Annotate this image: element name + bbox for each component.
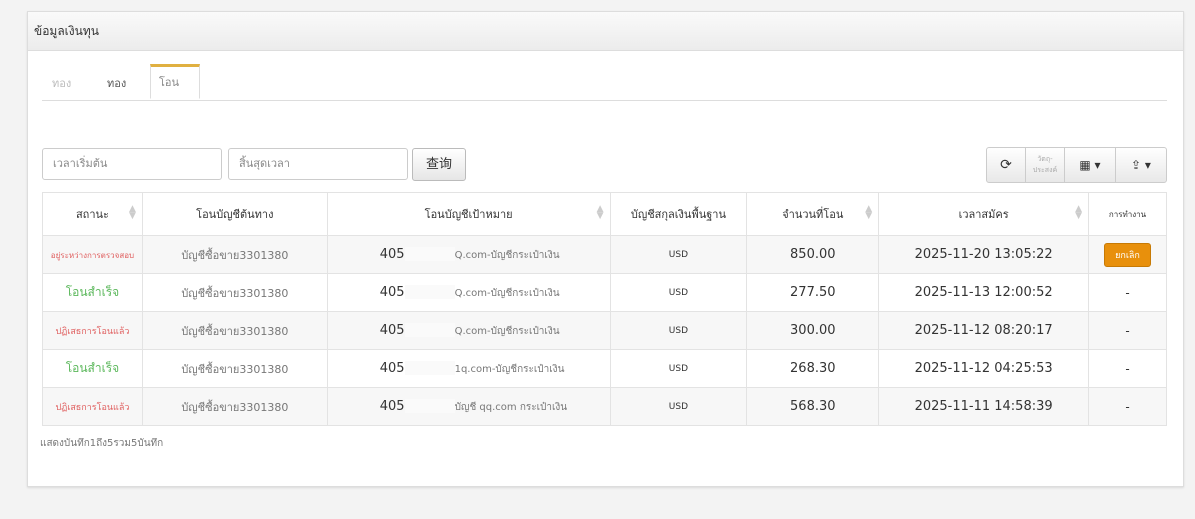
currency: USD: [609, 273, 748, 312]
status-cell: โอนสำเร็จ: [42, 349, 143, 388]
redacted-block: [404, 285, 455, 299]
column-header-label: เวลาสมัคร: [958, 208, 1009, 221]
redacted-block: [404, 247, 455, 261]
target-suffix: Q.com-บัญชีกระเป๋าเงิน: [454, 249, 560, 261]
status-cell: ปฏิเสธการโอนแล้ว: [42, 311, 143, 350]
target-prefix: 405: [379, 284, 405, 300]
currency: USD: [609, 387, 748, 426]
panel-title: ข้อมูลเงินทุน: [28, 12, 1183, 51]
status-badge: อยู่ระหว่างการตรวจสอบ: [50, 251, 135, 260]
sort-icon[interactable]: ▲ ▼: [1075, 205, 1082, 221]
column-header-label: โอนบัญชีต้นทาง: [196, 208, 274, 221]
status-cell: ปฏิเสธการโอนแล้ว: [42, 387, 143, 426]
sort-icon[interactable]: ▲ ▼: [597, 205, 604, 221]
export-icon[interactable]: ⇪ ▾: [1116, 148, 1166, 182]
transfer-table: สถานะ ▲ ▼ โอนบัญชีต้นทาง โอนบัญชีเป้าหมาย ▲ ▼ บ…: [42, 192, 1167, 426]
target-suffix: Q.com-บัญชีกระเป๋าเงิน: [454, 325, 560, 337]
table-row: ปฏิเสธการโอนแล้ว บัญชีซื้อขาย3301380 405…: [42, 387, 1167, 426]
table-row: โอนสำเร็จ บัญชีซื้อขาย3301380 405 Q.com-บ…: [42, 273, 1167, 312]
redacted-block: [404, 399, 455, 413]
amount: 850.00: [746, 235, 880, 274]
table-row: อยู่ระหว่างการตรวจสอบ บัญชีซื้อขาย330138…: [42, 235, 1167, 274]
start-time-input[interactable]: เวลาเริ่มต้น: [42, 148, 222, 180]
amount: 568.30: [746, 387, 880, 426]
tab-gold-1[interactable]: ทอง: [52, 74, 71, 92]
table-row: ปฏิเสธการโอนแล้ว บัญชีซื้อขาย3301380 405…: [42, 311, 1167, 350]
source-account: บัญชีซื้อขาย3301380: [141, 349, 328, 388]
no-action: -: [1125, 323, 1130, 338]
currency: USD: [609, 349, 748, 388]
status-badge: ปฏิเสธการโอนแล้ว: [55, 403, 130, 413]
no-action: -: [1125, 361, 1130, 376]
target-suffix: บัญชี qq.com กระเป๋าเงิน: [454, 401, 568, 413]
target-prefix: 405: [379, 360, 405, 376]
source-account: บัญชีซื้อขาย3301380: [141, 311, 328, 350]
column-header[interactable]: สถานะ ▲ ▼: [42, 192, 143, 236]
table-row: โอนสำเร็จ บัญชีซื้อขาย3301380 405 1q.com-…: [42, 349, 1167, 388]
apply-time: 2025-11-12 04:25:53: [878, 349, 1089, 388]
columns-icon[interactable]: ▦ ▾: [1065, 148, 1116, 182]
column-header[interactable]: โอนบัญชีต้นทาง: [141, 192, 328, 236]
query-button[interactable]: 查询: [412, 148, 466, 181]
target-account-cell: 405 Q.com-บัญชีกระเป๋าเงิน: [326, 235, 611, 274]
column-header[interactable]: บัญชีสกุลเงินพื้นฐาน: [609, 192, 748, 236]
tab-transfer[interactable]: โอน: [150, 64, 200, 99]
tab-gold-2[interactable]: ทอง: [107, 74, 126, 92]
currency: USD: [609, 235, 748, 274]
target-prefix: 405: [379, 322, 405, 338]
status-badge: ปฏิเสธการโอนแล้ว: [55, 327, 130, 337]
column-header[interactable]: โอนบัญชีเป้าหมาย ▲ ▼: [326, 192, 611, 236]
end-time-input[interactable]: สิ้นสุดเวลา: [228, 148, 408, 180]
target-account-cell: 405 1q.com-บัญชีกระเป๋าเงิน: [326, 349, 611, 388]
action-cell: -: [1088, 349, 1167, 388]
redacted-block: [404, 323, 455, 337]
action-cell: ยกเลิก: [1088, 235, 1167, 274]
purpose-toggle[interactable]: วัตถุ-ประสงค์: [1026, 148, 1065, 182]
sort-icon[interactable]: ▲ ▼: [129, 205, 136, 221]
cancel-button[interactable]: ยกเลิก: [1104, 242, 1151, 267]
apply-time: 2025-11-20 13:05:22: [878, 235, 1089, 274]
column-header-label: บัญชีสกุลเงินพื้นฐาน: [630, 208, 726, 221]
amount: 300.00: [746, 311, 880, 350]
apply-time: 2025-11-11 14:58:39: [878, 387, 1089, 426]
target-account-cell: 405 Q.com-บัญชีกระเป๋าเงิน: [326, 273, 611, 312]
refresh-icon[interactable]: ⟳: [987, 148, 1026, 182]
source-account: บัญชีซื้อขาย3301380: [141, 235, 328, 274]
redacted-block: [404, 361, 455, 375]
tab-bar: ทอง ทอง โอน: [42, 64, 1167, 101]
no-action: -: [1125, 285, 1130, 300]
source-account: บัญชีซื้อขาย3301380: [141, 273, 328, 312]
column-header[interactable]: จำนวนที่โอน ▲ ▼: [746, 192, 880, 236]
apply-time: 2025-11-12 08:20:17: [878, 311, 1089, 350]
status-badge: โอนสำเร็จ: [65, 361, 120, 375]
target-prefix: 405: [379, 246, 405, 262]
target-suffix: Q.com-บัญชีกระเป๋าเงิน: [454, 287, 560, 299]
currency: USD: [609, 311, 748, 350]
target-account-cell: 405 บัญชี qq.com กระเป๋าเงิน: [326, 387, 611, 426]
apply-time: 2025-11-13 12:00:52: [878, 273, 1089, 312]
status-badge: โอนสำเร็จ: [65, 285, 120, 299]
action-cell: -: [1088, 273, 1167, 312]
column-header-label: โอนบัญชีเป้าหมาย: [424, 208, 513, 221]
column-header-label: สถานะ: [75, 208, 109, 221]
no-action: -: [1125, 399, 1130, 414]
target-prefix: 405: [379, 398, 405, 414]
column-header[interactable]: เวลาสมัคร ▲ ▼: [878, 192, 1089, 236]
target-suffix: 1q.com-บัญชีกระเป๋าเงิน: [454, 363, 565, 375]
table-toolbar: ⟳ วัตถุ-ประสงค์ ▦ ▾ ⇪ ▾: [986, 147, 1167, 183]
status-cell: อยู่ระหว่างการตรวจสอบ: [42, 235, 143, 274]
action-cell: -: [1088, 311, 1167, 350]
status-cell: โอนสำเร็จ: [42, 273, 143, 312]
column-header-label: การทำงาน: [1108, 209, 1147, 219]
sort-icon[interactable]: ▲ ▼: [865, 205, 872, 221]
column-header-label: จำนวนที่โอน: [782, 208, 844, 221]
amount: 268.30: [746, 349, 880, 388]
pagination-summary: แสดงบันทึก1ถึง5รวม5บันทึก: [40, 438, 164, 449]
column-header[interactable]: การทำงาน: [1088, 192, 1167, 236]
target-account-cell: 405 Q.com-บัญชีกระเป๋าเงิน: [326, 311, 611, 350]
action-cell: -: [1088, 387, 1167, 426]
amount: 277.50: [746, 273, 880, 312]
source-account: บัญชีซื้อขาย3301380: [141, 387, 328, 426]
